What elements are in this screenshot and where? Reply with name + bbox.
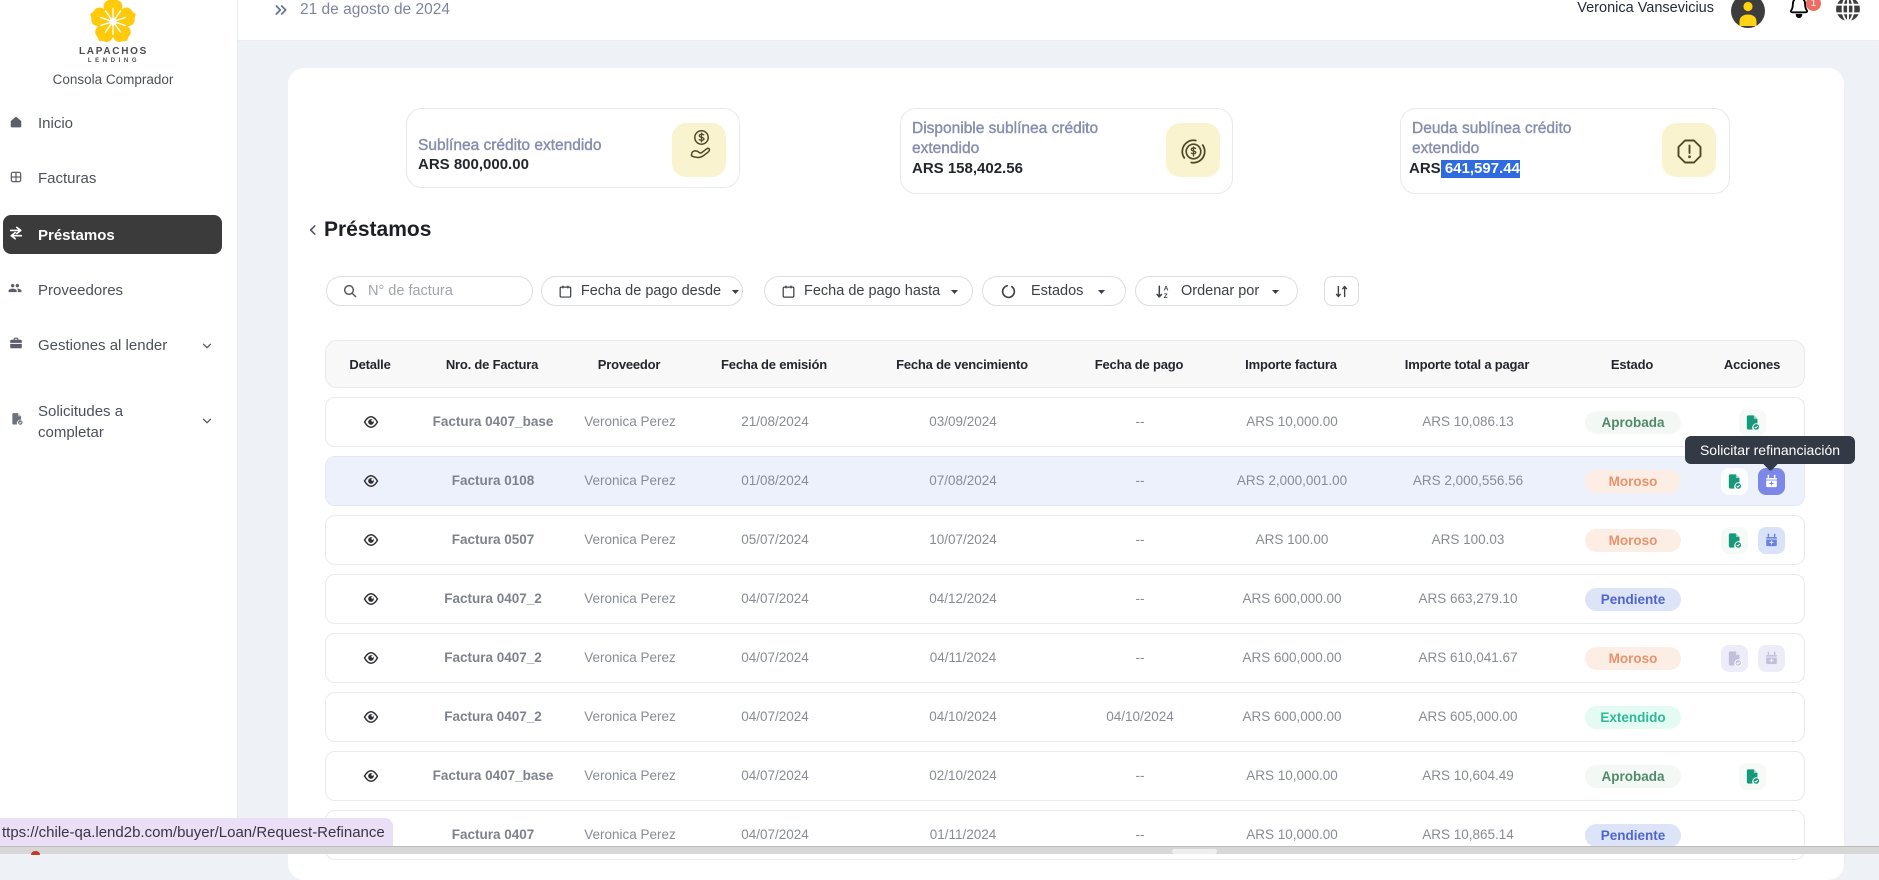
svg-text:A: A xyxy=(1164,285,1169,292)
svg-text:Z: Z xyxy=(1164,292,1168,299)
